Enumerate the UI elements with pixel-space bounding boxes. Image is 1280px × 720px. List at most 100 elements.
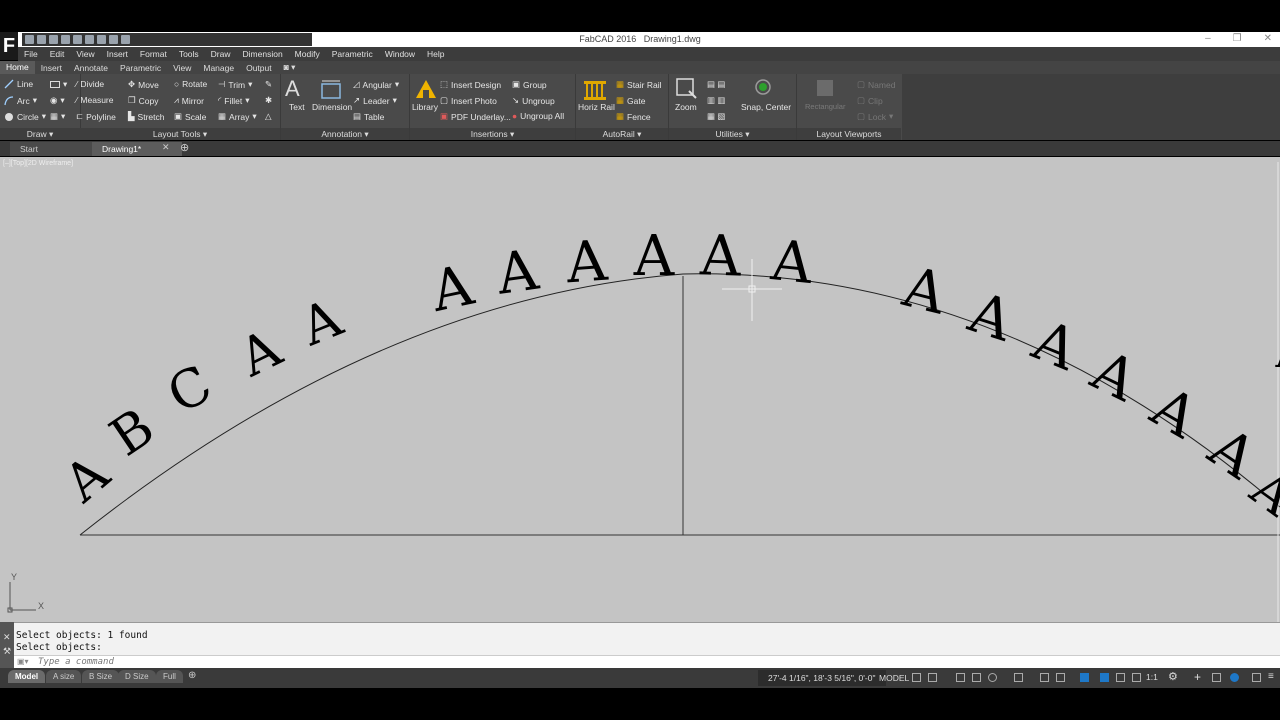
rectangle-button[interactable]: ▾ bbox=[50, 79, 67, 90]
explode-icon[interactable]: ✱ bbox=[265, 95, 272, 106]
layout-tab-a-size[interactable]: A size bbox=[46, 670, 82, 683]
menu-dimension[interactable]: Dimension bbox=[237, 49, 289, 59]
panel-annotation-title[interactable]: Annotation ▾ bbox=[281, 128, 409, 140]
model-space-button[interactable]: MODEL bbox=[876, 670, 912, 686]
polyline-button[interactable]: ⊏ Polyline bbox=[76, 111, 116, 122]
utility-paste-icon[interactable]: ▦ ▧ bbox=[707, 111, 725, 122]
arc-letter[interactable]: C bbox=[158, 354, 221, 426]
offset-icon[interactable]: △ bbox=[265, 111, 272, 122]
workspace-toggle-icon[interactable]: ◙ ▾ bbox=[278, 62, 302, 73]
menu-tools[interactable]: Tools bbox=[173, 49, 205, 59]
arc-button[interactable]: Arc ▾ bbox=[4, 95, 37, 106]
trim-button[interactable]: ⊣ Trim ▾ bbox=[218, 79, 252, 90]
save-icon[interactable] bbox=[49, 35, 58, 44]
ortho-icon[interactable] bbox=[956, 673, 965, 682]
dimension-icon[interactable] bbox=[319, 78, 343, 102]
auto-scale-icon[interactable] bbox=[1116, 673, 1125, 682]
mirror-button[interactable]: ⩘ Mirror bbox=[174, 95, 204, 106]
fillet-button[interactable]: ◜ Fillet ▾ bbox=[218, 95, 250, 106]
transparency-icon[interactable] bbox=[1080, 673, 1089, 682]
menu-window[interactable]: Window bbox=[379, 49, 421, 59]
divide-button[interactable]: ⁄ Divide bbox=[76, 79, 104, 89]
snap-center-icon[interactable] bbox=[754, 78, 772, 96]
utility-save-icon[interactable]: ▤ ▤ bbox=[707, 79, 725, 90]
panel-draw-title[interactable]: Draw ▾ bbox=[0, 128, 80, 140]
dimension-button[interactable]: Dimension bbox=[312, 102, 352, 112]
tab-insert[interactable]: Insert bbox=[35, 63, 68, 73]
lock-button[interactable]: ▢ Lock ▾ bbox=[857, 111, 893, 122]
plus-icon[interactable]: + bbox=[1194, 670, 1201, 684]
tab-output[interactable]: Output bbox=[240, 63, 278, 73]
isolate-objects-icon[interactable] bbox=[1212, 673, 1221, 682]
text-icon[interactable]: A bbox=[285, 77, 309, 101]
arc-letter[interactable]: A bbox=[1140, 374, 1209, 451]
arc-letter[interactable]: A bbox=[633, 224, 675, 289]
horiz-rail-icon[interactable] bbox=[583, 78, 607, 102]
panel-layout-tools-title[interactable]: Layout Tools ▾ bbox=[80, 128, 280, 140]
rectangular-button[interactable]: Rectangular bbox=[805, 102, 845, 111]
arc-letter[interactable]: A bbox=[1023, 308, 1086, 384]
tab-manage[interactable]: Manage bbox=[197, 63, 240, 73]
arc-letter[interactable]: A bbox=[896, 254, 952, 327]
menu-help[interactable]: Help bbox=[421, 49, 450, 59]
leader-button[interactable]: ↗ Leader ▾ bbox=[353, 95, 397, 106]
object-snap-icon[interactable] bbox=[1040, 673, 1049, 682]
isodraft-icon[interactable] bbox=[988, 673, 997, 682]
arc-letter[interactable]: A bbox=[563, 229, 609, 297]
panel-autorail-title[interactable]: AutoRail ▾ bbox=[576, 128, 668, 140]
tab-start[interactable]: Start bbox=[10, 142, 100, 156]
utility-copy-icon[interactable]: ▥ ▥ bbox=[707, 95, 725, 106]
polar-icon[interactable] bbox=[972, 673, 981, 682]
scale-button[interactable]: ▣ Scale bbox=[174, 111, 206, 122]
open-icon[interactable] bbox=[37, 35, 46, 44]
clip-button[interactable]: ▢ Clip bbox=[857, 95, 883, 106]
redo-icon[interactable] bbox=[97, 35, 106, 44]
move-button[interactable]: ✥ Move bbox=[128, 79, 159, 90]
snap-mode-icon[interactable] bbox=[928, 673, 937, 682]
save-as-icon[interactable] bbox=[61, 35, 70, 44]
library-button[interactable]: Library bbox=[412, 102, 438, 112]
arc-letter[interactable]: A bbox=[698, 223, 742, 289]
gate-button[interactable]: ▦ Gate bbox=[616, 95, 645, 106]
coordinates-readout[interactable]: 27'-4 1/16", 18'-3 5/16", 0'-0" bbox=[758, 670, 886, 686]
fence-button[interactable]: ▦ Fence bbox=[616, 111, 651, 122]
menu-format[interactable]: Format bbox=[134, 49, 173, 59]
arc-letter[interactable]: A bbox=[425, 253, 480, 325]
layout-tab-full[interactable]: Full bbox=[156, 670, 183, 683]
arc-letter[interactable]: A bbox=[53, 443, 122, 515]
ungroup-all-button[interactable]: ● Ungroup All bbox=[512, 111, 564, 121]
wrench-icon[interactable]: ⚒ bbox=[3, 646, 11, 657]
menu-insert[interactable]: Insert bbox=[101, 49, 134, 59]
gear-icon[interactable]: ⚙ bbox=[1168, 670, 1178, 683]
tab-home[interactable]: Home bbox=[0, 61, 35, 74]
measure-button[interactable]: ⁄ Measure bbox=[76, 95, 114, 105]
zoom-icon[interactable] bbox=[675, 77, 699, 101]
arc-letter[interactable]: A bbox=[492, 238, 543, 308]
viewport-label[interactable]: [–][Top][2D Wireframe] bbox=[3, 160, 73, 167]
print-icon[interactable] bbox=[121, 35, 130, 44]
arc-letter[interactable]: A bbox=[1275, 331, 1280, 377]
menu-icon[interactable]: ≡ bbox=[1268, 671, 1274, 682]
menu-view[interactable]: View bbox=[70, 49, 100, 59]
insert-photo-button[interactable]: ▢ Insert Photo bbox=[440, 95, 497, 106]
horiz-rail-button[interactable]: Horiz Rail bbox=[578, 102, 615, 112]
layout-tab-d-size[interactable]: D Size bbox=[118, 670, 156, 683]
menu-parametric[interactable]: Parametric bbox=[326, 49, 379, 59]
plot-icon[interactable] bbox=[73, 35, 82, 44]
copy-button[interactable]: ❐ Copy bbox=[128, 95, 158, 106]
arc-letter[interactable]: A bbox=[960, 280, 1020, 355]
annotation-scale-dropdown[interactable]: 1:1 bbox=[1146, 672, 1158, 682]
panel-utilities-title[interactable]: Utilities ▾ bbox=[669, 128, 796, 140]
annotation-monitor-icon[interactable] bbox=[1132, 673, 1141, 682]
arc-letter[interactable]: B bbox=[100, 397, 165, 468]
panel-layout-viewports-title[interactable]: Layout Viewports bbox=[797, 128, 901, 140]
drawing-canvas[interactable]: ABCAAAAAAAAAAAAAAAA Y X bbox=[0, 157, 1280, 622]
arc-letter[interactable]: A bbox=[767, 228, 816, 297]
tab-view[interactable]: View bbox=[167, 63, 197, 73]
minimize-icon[interactable]: – bbox=[1205, 33, 1211, 44]
maximize-icon[interactable]: ❐ bbox=[1233, 33, 1242, 44]
panel-insertions-title[interactable]: Insertions ▾ bbox=[410, 128, 575, 140]
region-button[interactable]: ▦ ▾ bbox=[50, 111, 65, 122]
text-button[interactable]: Text bbox=[289, 102, 305, 112]
command-input[interactable]: ▣▾ Type a command bbox=[14, 655, 1280, 669]
